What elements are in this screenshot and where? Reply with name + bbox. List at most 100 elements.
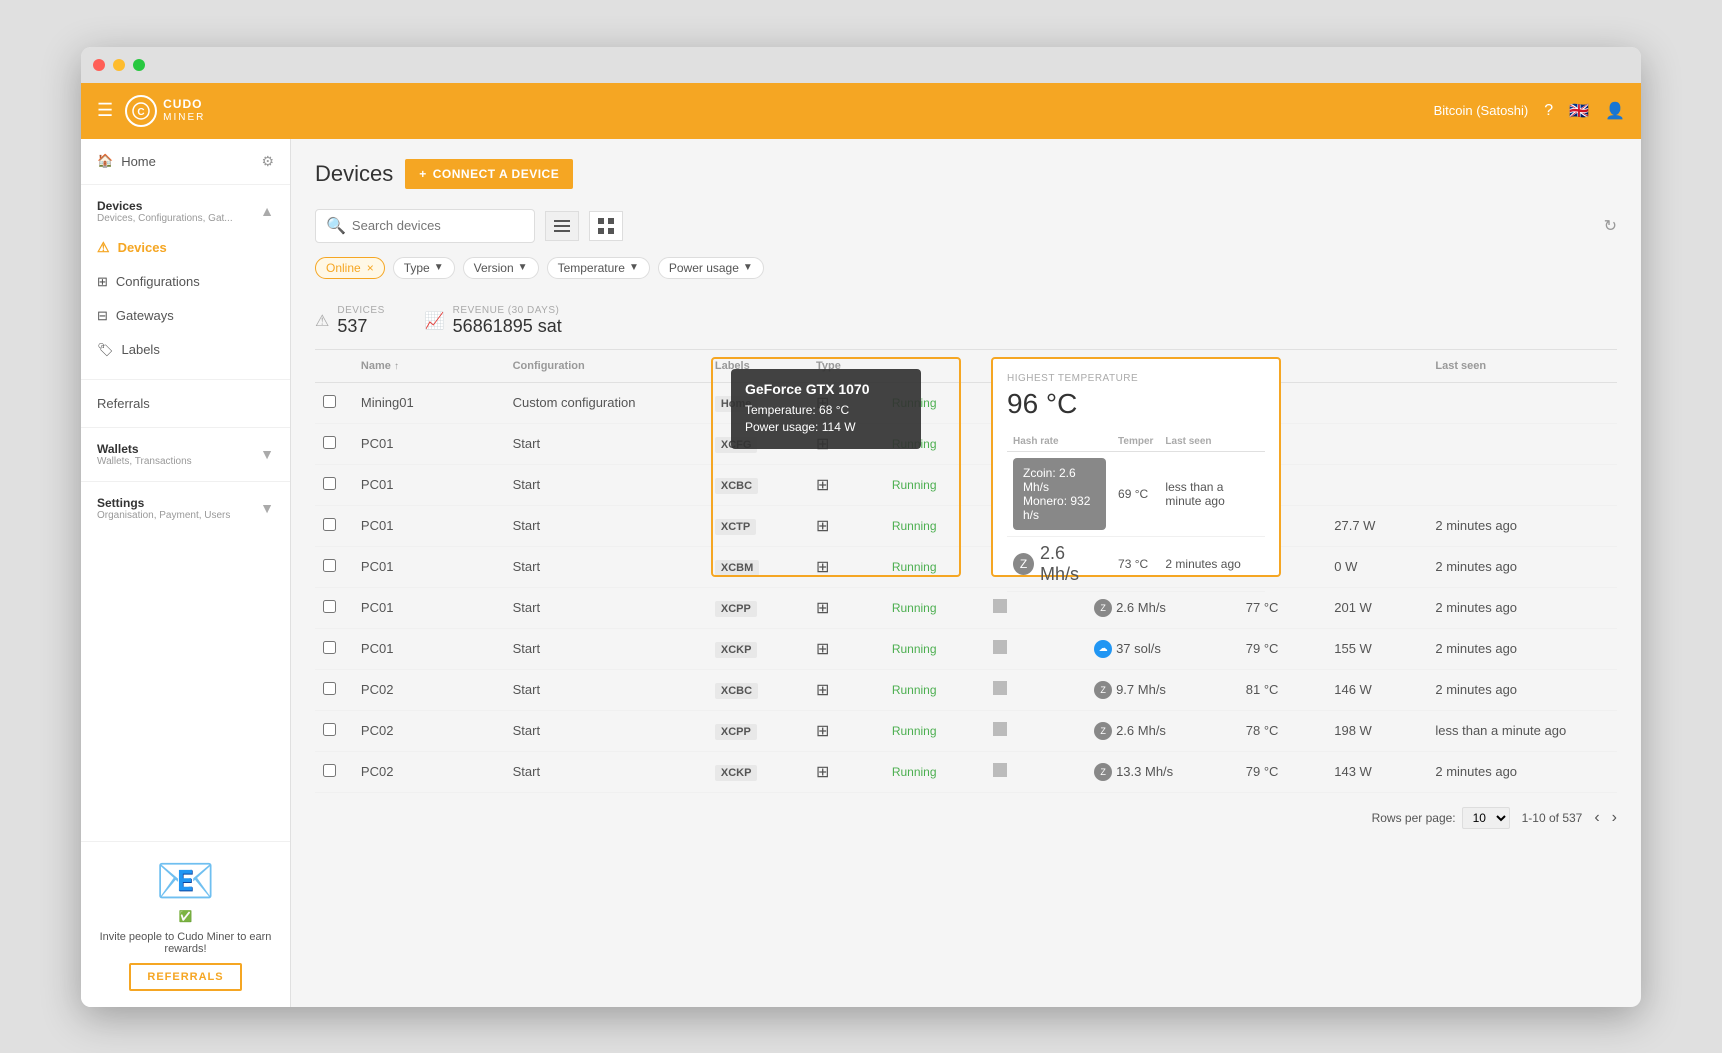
home-label: Home [121,154,156,169]
toolbar: 🔍 ↻ [315,209,1617,243]
table-row: Mining01 Custom configuration Home ⊞ Run… [315,382,1617,423]
device-name: PC02 [353,751,505,792]
device-power: 27.7 W [1326,505,1427,546]
revenue-stat: 📈 REVENUE (30 DAYS) 56861895 sat [425,305,562,337]
maximize-button[interactable] [133,59,145,71]
sidebar-item-devices[interactable]: ⚠ Devices [81,230,290,265]
rows-select[interactable]: 10 25 50 [1462,807,1510,829]
device-labels: XCFG [707,423,808,464]
device-lastseen: 2 minutes ago [1427,505,1617,546]
flag-icon[interactable]: 🇬🇧 [1569,101,1589,121]
search-box: 🔍 [315,209,535,243]
sidebar-item-home[interactable]: 🏠 Home ⚙ [81,139,290,185]
device-lastseen: 2 minutes ago [1427,628,1617,669]
settings-icon[interactable]: ⚙ [261,153,274,170]
search-input[interactable] [352,218,524,233]
th-hashrate[interactable]: Hash rate [1086,350,1238,383]
page-title: Devices [315,161,393,187]
main-area: 🏠 Home ⚙ Devices Devices, Configurations… [81,139,1641,1007]
list-view-button[interactable] [545,211,579,241]
device-status: Running [884,505,985,546]
device-type: ⊞ [808,464,884,505]
type-filter[interactable]: Type ▼ [393,257,455,279]
row-checkbox[interactable] [323,641,336,654]
th-config[interactable]: Configuration [505,350,707,383]
device-labels: XCBC [707,669,808,710]
wallets-title: Wallets [97,442,192,456]
sidebar-section-sub: Devices, Configurations, Gat... [97,213,233,224]
nav-left: ☰ C CUDO MINER [97,95,205,127]
row-checkbox[interactable] [323,477,336,490]
device-lastseen: 2 minutes ago [1427,587,1617,628]
svg-text:C: C [138,107,145,118]
device-status: Running [884,710,985,751]
device-temp [1238,382,1326,423]
settings-arrow[interactable]: ▼ [260,500,274,516]
device-hashrate: Z 9.7 Mh/s [1086,669,1238,710]
wallets-arrow[interactable]: ▼ [260,446,274,462]
row-checkbox[interactable] [323,600,336,613]
row-checkbox[interactable] [323,518,336,531]
collapse-icon[interactable]: ▲ [260,203,274,219]
device-hashrate: B 14 sol/s [1086,546,1238,587]
nav-right: Bitcoin (Satoshi) ? 🇬🇧 👤 [1434,101,1625,121]
device-status: Running [884,751,985,792]
row-checkbox[interactable] [323,682,336,695]
gpu-bar [985,546,1086,587]
sidebar-item-gateways[interactable]: ⊟ Gateways [81,299,290,333]
user-icon[interactable]: 👤 [1605,101,1625,121]
device-name: PC01 [353,464,505,505]
th-lastseen: Last seen [1427,350,1617,383]
row-checkbox[interactable] [323,559,336,572]
gpu-bar [985,587,1086,628]
row-checkbox[interactable] [323,436,336,449]
sidebar-item-configurations[interactable]: ⊞ Configurations [81,265,290,299]
online-chip-remove[interactable]: × [367,261,374,275]
refresh-button[interactable]: ↻ [1604,216,1617,236]
th-name[interactable]: Name ↑ [353,350,505,383]
device-labels: XCBC [707,464,808,505]
referrals-button[interactable]: REFERRALS [129,963,241,991]
device-config: Start [505,505,707,546]
connect-device-button[interactable]: + CONNECT A DEVICE [405,159,573,189]
device-power [1326,464,1427,505]
sidebar-section-header: Devices Devices, Configurations, Gat... … [81,193,290,230]
device-type: ⊞ [808,628,884,669]
gpu-bar [985,505,1086,546]
online-chip-label: Online [326,261,361,275]
th-type[interactable]: Type [808,350,884,383]
revenue-stat-value: 56861895 sat [453,316,562,337]
sidebar-item-labels[interactable]: 🏷 Labels [81,333,290,367]
grid-view-button[interactable] [589,211,623,241]
prev-page-button[interactable]: ‹ [1594,809,1599,827]
hamburger-icon[interactable]: ☰ [97,100,113,121]
row-checkbox[interactable] [323,764,336,777]
device-power: 0 W [1326,546,1427,587]
row-checkbox[interactable] [323,723,336,736]
temperature-arrow-icon: ▼ [629,262,639,273]
minimize-button[interactable] [113,59,125,71]
device-name: PC01 [353,505,505,546]
close-button[interactable] [93,59,105,71]
labels-label: Labels [122,342,160,357]
power-filter[interactable]: Power usage ▼ [658,257,764,279]
online-filter-chip[interactable]: Online × [315,257,385,279]
settings-sub: Organisation, Payment, Users [97,510,230,521]
device-temp: 79 °C [1238,751,1326,792]
device-temp: 67 °C [1238,505,1326,546]
sidebar-item-referrals[interactable]: Referrals [81,384,290,423]
row-checkbox[interactable] [323,395,336,408]
device-config: Start [505,423,707,464]
home-icon: 🏠 [97,153,113,169]
temperature-filter[interactable]: Temperature ▼ [547,257,650,279]
next-page-button[interactable]: › [1612,809,1617,827]
device-labels: XCKP [707,751,808,792]
help-icon[interactable]: ? [1544,102,1553,120]
th-labels[interactable]: Labels [707,350,808,383]
plus-icon: + [419,167,427,181]
device-config: Start [505,628,707,669]
device-status: Running [884,423,985,464]
version-filter[interactable]: Version ▼ [463,257,539,279]
divider-1 [81,379,290,380]
device-hashrate: Z 9.6 [1086,464,1238,505]
